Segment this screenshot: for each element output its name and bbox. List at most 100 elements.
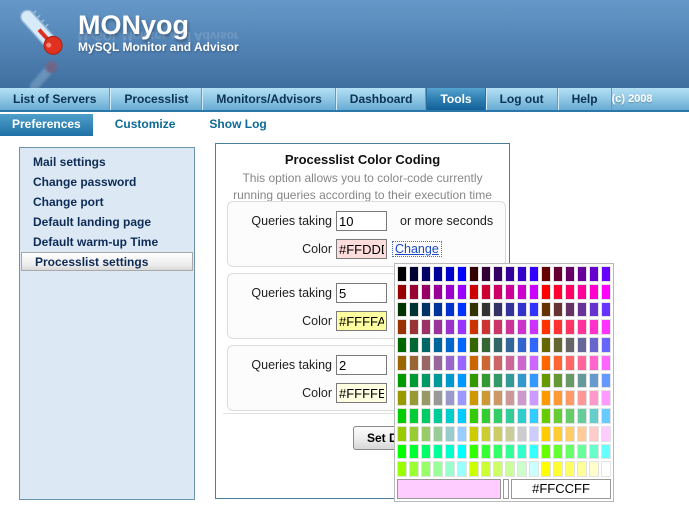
- palette-swatch-ffcc33[interactable]: [553, 426, 563, 442]
- palette-swatch-cc99ff[interactable]: [529, 390, 539, 406]
- palette-swatch-669900[interactable]: [541, 373, 551, 389]
- palette-swatch-3300cc[interactable]: [517, 266, 527, 282]
- palette-swatch-339999[interactable]: [505, 373, 515, 389]
- seconds-input-3[interactable]: [336, 355, 387, 375]
- palette-swatch-666666[interactable]: [565, 337, 575, 353]
- palette-swatch-33ffcc[interactable]: [517, 444, 527, 460]
- palette-swatch-006699[interactable]: [433, 337, 443, 353]
- palette-swatch-cc0099[interactable]: [505, 284, 515, 300]
- color-value-input-1[interactable]: [336, 239, 387, 259]
- palette-swatch-99cc99[interactable]: [433, 426, 443, 442]
- palette-swatch-00cccc[interactable]: [445, 408, 455, 424]
- nav-tab-dashboard[interactable]: Dashboard: [336, 88, 427, 110]
- palette-swatch-999966[interactable]: [421, 390, 431, 406]
- sidebar-item-change-password[interactable]: Change password: [20, 172, 194, 192]
- palette-swatch-99ff99[interactable]: [433, 461, 443, 477]
- palette-swatch-ffffff[interactable]: [601, 461, 611, 477]
- palette-swatch-336600[interactable]: [469, 337, 479, 353]
- palette-swatch-6633ff[interactable]: [601, 302, 611, 318]
- nav-tab-log-out[interactable]: Log out: [486, 88, 558, 110]
- palette-swatch-66ff99[interactable]: [577, 444, 587, 460]
- subnav-tab-preferences[interactable]: Preferences: [0, 114, 93, 136]
- seconds-input-1[interactable]: [336, 211, 387, 231]
- palette-swatch-33ff99[interactable]: [505, 444, 515, 460]
- palette-swatch-99ff33[interactable]: [409, 461, 419, 477]
- palette-swatch-cccc33[interactable]: [481, 426, 491, 442]
- nav-tab-list-of-servers[interactable]: List of Servers: [0, 88, 110, 110]
- palette-swatch-ccff66[interactable]: [493, 461, 503, 477]
- palette-swatch-003333[interactable]: [409, 302, 419, 318]
- palette-swatch-660099[interactable]: [577, 266, 587, 282]
- palette-swatch-33ccff[interactable]: [529, 408, 539, 424]
- palette-swatch-6666cc[interactable]: [589, 337, 599, 353]
- palette-swatch-cc33cc[interactable]: [517, 319, 527, 335]
- palette-swatch-9999ff[interactable]: [457, 390, 467, 406]
- palette-swatch-cccc00[interactable]: [469, 426, 479, 442]
- palette-swatch-99cccc[interactable]: [445, 426, 455, 442]
- palette-swatch-ff3300[interactable]: [541, 319, 551, 335]
- change-color-link[interactable]: Change: [392, 241, 442, 257]
- palette-swatch-0066ff[interactable]: [457, 337, 467, 353]
- palette-swatch-3366ff[interactable]: [529, 337, 539, 353]
- palette-swatch-9900cc[interactable]: [445, 284, 455, 300]
- palette-swatch-ccffff[interactable]: [529, 461, 539, 477]
- palette-swatch-00ff66[interactable]: [421, 444, 431, 460]
- palette-swatch-0066cc[interactable]: [445, 337, 455, 353]
- palette-swatch-333333[interactable]: [481, 302, 491, 318]
- palette-swatch-3399cc[interactable]: [517, 373, 527, 389]
- palette-swatch-cc33ff[interactable]: [529, 319, 539, 335]
- palette-swatch-66cccc[interactable]: [589, 408, 599, 424]
- palette-swatch-6633cc[interactable]: [589, 302, 599, 318]
- palette-swatch-cc99cc[interactable]: [517, 390, 527, 406]
- palette-swatch-66ff00[interactable]: [541, 444, 551, 460]
- palette-swatch-009966[interactable]: [421, 373, 431, 389]
- palette-swatch-3333cc[interactable]: [517, 302, 527, 318]
- palette-swatch-0000cc[interactable]: [445, 266, 455, 282]
- palette-swatch-990099[interactable]: [433, 284, 443, 300]
- palette-swatch-330000[interactable]: [469, 266, 479, 282]
- palette-swatch-660033[interactable]: [553, 266, 563, 282]
- nav-tab-tools[interactable]: Tools: [426, 88, 485, 110]
- palette-swatch-cc3333[interactable]: [481, 319, 491, 335]
- palette-swatch-000099[interactable]: [433, 266, 443, 282]
- sidebar-item-default-landing-page[interactable]: Default landing page: [20, 212, 194, 232]
- palette-swatch-ffffcc[interactable]: [589, 461, 599, 477]
- palette-swatch-ccffcc[interactable]: [517, 461, 527, 477]
- palette-swatch-3399ff[interactable]: [529, 373, 539, 389]
- palette-swatch-ff66ff[interactable]: [601, 355, 611, 371]
- palette-swatch-3366cc[interactable]: [517, 337, 527, 353]
- palette-swatch-6699cc[interactable]: [589, 373, 599, 389]
- palette-swatch-cccc99[interactable]: [505, 426, 515, 442]
- sidebar-item-change-port[interactable]: Change port: [20, 192, 194, 212]
- palette-swatch-66ff33[interactable]: [553, 444, 563, 460]
- palette-swatch-ffcc00[interactable]: [541, 426, 551, 442]
- palette-swatch-999900[interactable]: [397, 390, 407, 406]
- palette-swatch-339933[interactable]: [481, 373, 491, 389]
- palette-swatch-ff9966[interactable]: [565, 390, 575, 406]
- palette-swatch-003399[interactable]: [433, 302, 443, 318]
- palette-swatch-336633[interactable]: [481, 337, 491, 353]
- palette-swatch-ff0066[interactable]: [565, 284, 575, 300]
- palette-swatch-666633[interactable]: [553, 337, 563, 353]
- palette-swatch-ff9999[interactable]: [577, 390, 587, 406]
- palette-swatch-ff3399[interactable]: [577, 319, 587, 335]
- palette-swatch-0033cc[interactable]: [445, 302, 455, 318]
- palette-swatch-0033ff[interactable]: [457, 302, 467, 318]
- palette-swatch-ffff66[interactable]: [565, 461, 575, 477]
- palette-swatch-009900[interactable]: [397, 373, 407, 389]
- palette-swatch-333366[interactable]: [493, 302, 503, 318]
- color-value-input-2[interactable]: [336, 311, 387, 331]
- palette-swatch-9999cc[interactable]: [445, 390, 455, 406]
- palette-swatch-996600[interactable]: [397, 355, 407, 371]
- palette-swatch-ff00ff[interactable]: [601, 284, 611, 300]
- palette-swatch-ccff33[interactable]: [481, 461, 491, 477]
- palette-swatch-66ff66[interactable]: [565, 444, 575, 460]
- palette-swatch-3333ff[interactable]: [529, 302, 539, 318]
- subnav-tab-show-log[interactable]: Show Log: [197, 114, 278, 136]
- palette-swatch-33ff00[interactable]: [469, 444, 479, 460]
- palette-swatch-0000ff[interactable]: [457, 266, 467, 282]
- palette-swatch-669999[interactable]: [577, 373, 587, 389]
- palette-swatch-999999[interactable]: [433, 390, 443, 406]
- palette-swatch-cc0000[interactable]: [469, 284, 479, 300]
- palette-swatch-ff6699[interactable]: [577, 355, 587, 371]
